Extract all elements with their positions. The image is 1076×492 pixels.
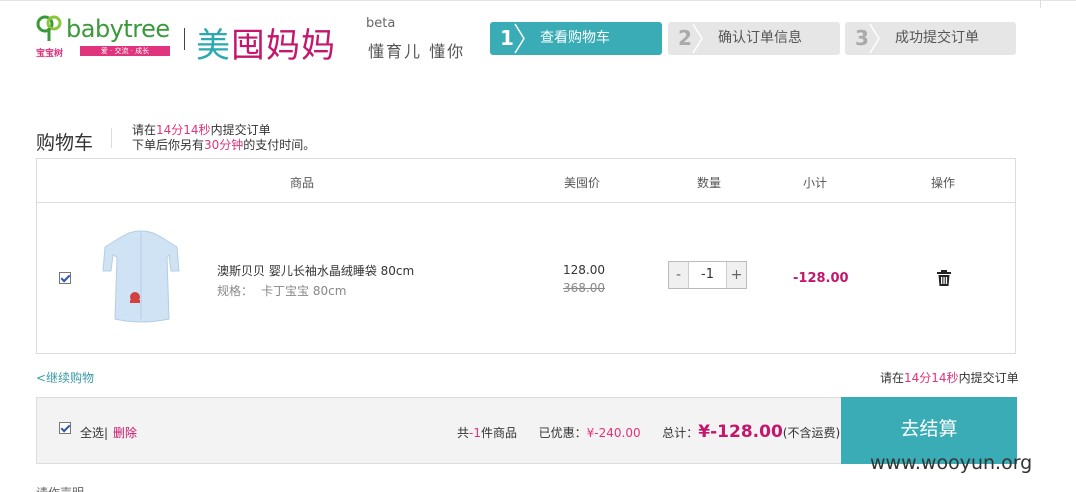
count-suffix: 件商品 — [480, 426, 517, 440]
watermark: www.wooyun.org — [870, 452, 1033, 474]
brand-part1: 美 — [196, 26, 231, 66]
item-count: -1 — [469, 426, 481, 440]
total-amount: ¥-128.00 — [698, 422, 783, 442]
step-confirm-order: 2 确认订单信息 — [668, 22, 840, 55]
step-label: 查看购物车 — [540, 30, 610, 46]
partial-footer-text: 请作声明 — [36, 484, 84, 492]
qty-input[interactable]: -1 — [689, 262, 726, 288]
shipping-note: (不含运费) — [782, 426, 841, 440]
select-all-checkbox[interactable] — [59, 422, 71, 434]
brand-slogan: 懂育儿 懂你 — [368, 42, 466, 61]
payment-time: 30分钟 — [204, 138, 244, 152]
logo-divider — [184, 28, 185, 50]
order-summary: 共-1件商品 已优惠：¥-240.00 总计：¥-128.00(不含运费) — [457, 422, 840, 442]
top-divider — [1040, 0, 1041, 8]
brand-title[interactable]: 美囤妈妈 — [196, 18, 336, 67]
top-border — [0, 0, 1076, 1]
col-price: 美囤价 — [563, 176, 600, 190]
logo-cn: 宝宝树 — [36, 49, 64, 59]
step-label: 成功提交订单 — [895, 30, 979, 46]
countdown-time: 14分14秒 — [156, 123, 211, 137]
product-spec: 规格： 卡丁宝宝 80cm — [217, 282, 346, 299]
step-number: 3 — [855, 26, 869, 50]
notice-line-2: 下单后你另有30分钟的支付时间。 — [132, 138, 315, 153]
brand-part2: 囤 — [231, 26, 266, 66]
step-chevron-icon — [514, 23, 525, 54]
tree-logo-icon — [36, 15, 62, 41]
count-prefix: 共 — [457, 426, 470, 440]
notice-text: 内提交订单 — [958, 371, 1019, 385]
submit-notice: 请在14分14秒内提交订单 下单后你另有30分钟的支付时间。 — [132, 123, 315, 153]
col-operation: 操作 — [930, 176, 955, 190]
trash-icon[interactable] — [935, 269, 953, 287]
select-all-label[interactable]: 全选| — [80, 424, 108, 441]
submit-notice-bottom: 请在14分14秒内提交订单 — [880, 369, 1019, 386]
logo-wordmark: babytree — [66, 15, 170, 43]
notice-text: 下单后你另有 — [132, 138, 205, 152]
checkout-bar: 全选| 删除 共-1件商品 已优惠：¥-240.00 总计：¥-128.00(不… — [36, 397, 1017, 464]
step-view-cart: 1 查看购物车 — [490, 22, 662, 55]
babytree-logo[interactable]: babytree 宝宝树 爱 · 交流 · 成长 — [36, 14, 172, 59]
page-title: 购物车 — [36, 132, 94, 154]
beta-label: beta — [366, 16, 396, 31]
notice-text: 请在 — [880, 371, 905, 385]
col-product: 商品 — [289, 176, 314, 190]
notice-text: 的支付时间。 — [243, 138, 316, 152]
notice-text: 内提交订单 — [210, 123, 271, 137]
qty-increase-button[interactable]: + — [726, 262, 746, 288]
countdown-time: 14分14秒 — [904, 371, 959, 385]
col-quantity: 数量 — [696, 176, 721, 190]
price-original: 368.00 — [563, 281, 605, 295]
table-header: 商品 美囤价 数量 小计 操作 — [37, 159, 1015, 203]
item-subtotal: -128.00 — [793, 271, 849, 286]
step-submit-order: 3 成功提交订单 — [845, 22, 1016, 55]
product-name[interactable]: 澳斯贝贝 婴儿长袖水晶绒睡袋 80cm — [217, 262, 414, 279]
continue-shopping-link[interactable]: <继续购物 — [36, 369, 94, 386]
step-number: 1 — [500, 26, 514, 50]
spec-label: 规格： — [217, 284, 254, 298]
step-chevron-icon — [869, 23, 880, 54]
price-current: 128.00 — [563, 263, 605, 277]
qty-decrease-button[interactable]: - — [669, 262, 689, 288]
discount-amount: ¥-240.00 — [586, 426, 641, 440]
quantity-stepper: - -1 + — [668, 261, 747, 289]
discount-label: 已优惠： — [538, 426, 587, 440]
total-label: 总计： — [662, 426, 699, 440]
logo-word-tree: tree — [123, 15, 170, 43]
step-number: 2 — [678, 26, 692, 50]
title-divider — [111, 128, 112, 148]
delete-selected-link[interactable]: 删除 — [113, 424, 137, 441]
logo-slogan: 爱 · 交流 · 成长 — [80, 46, 170, 56]
brand-part3: 妈妈 — [266, 26, 336, 66]
notice-text: 请在 — [132, 123, 157, 137]
step-label: 确认订单信息 — [718, 30, 802, 46]
product-image[interactable] — [99, 227, 183, 327]
notice-line-1: 请在14分14秒内提交订单 — [132, 123, 315, 138]
item-checkbox[interactable] — [59, 272, 71, 284]
spec-value: 卡丁宝宝 80cm — [261, 284, 347, 298]
col-subtotal: 小计 — [802, 176, 827, 190]
logo-word-baby: baby — [66, 15, 124, 43]
cart-table: 商品 美囤价 数量 小计 操作 澳斯贝贝 婴儿长袖水晶绒睡袋 80cm 规格： 卡… — [36, 158, 1016, 354]
step-chevron-icon — [692, 23, 703, 54]
